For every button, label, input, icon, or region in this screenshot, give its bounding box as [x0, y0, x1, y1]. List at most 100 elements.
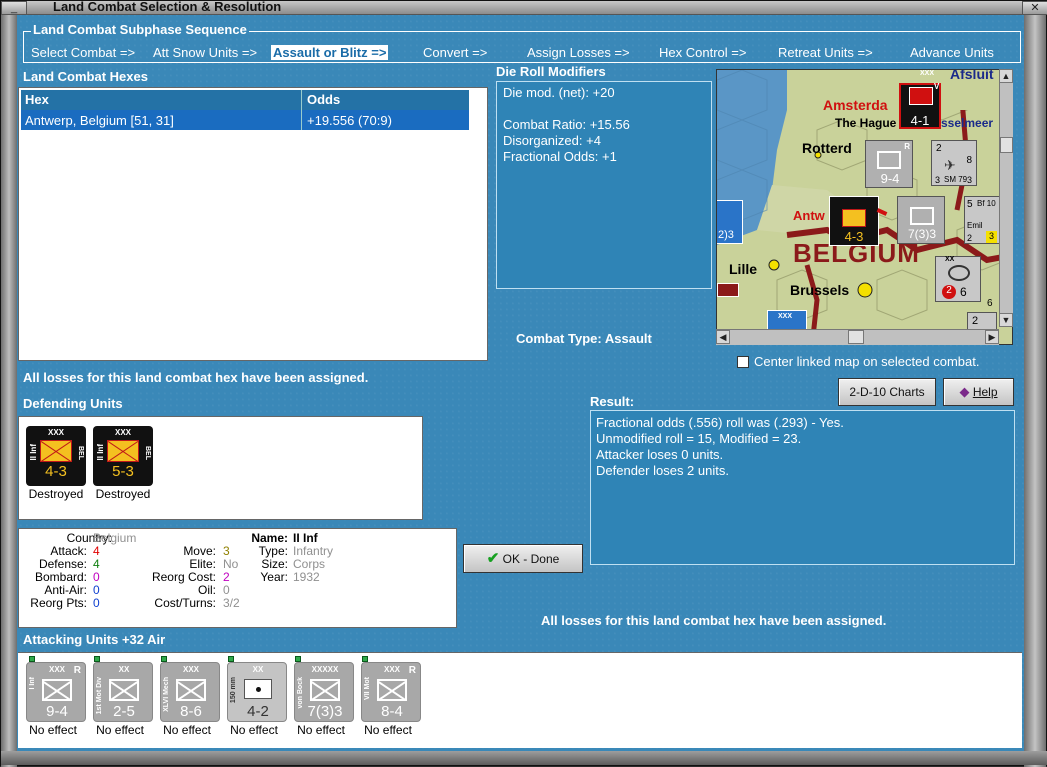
map-aa-value: 6: [960, 285, 967, 299]
infantry-symbol-icon: [40, 440, 72, 462]
column-separator[interactable]: [301, 90, 302, 130]
vertical-scroll-thumb[interactable]: [1000, 137, 1013, 153]
linked-map[interactable]: Afsluit Amsterda The Hague sselmeer Rott…: [716, 69, 1013, 345]
fractional-odds-mod: Fractional Odds: +1: [503, 149, 617, 164]
unit-strength: 4-2: [247, 703, 269, 720]
reorgcost-label: Reorg Cost:: [151, 570, 216, 584]
map-aircraft-value-3a: 3: [935, 175, 941, 185]
result-line: Fractional odds (.556) roll was (.293) -…: [596, 415, 844, 430]
map-vertical-scrollbar[interactable]: ▲ ▼: [999, 69, 1013, 327]
map-aircraft-value-8: 8: [966, 155, 972, 166]
unit-strength: 9-4: [46, 703, 68, 720]
attack-value: 4: [93, 544, 100, 558]
disorganized-mod: Disorganized: +4: [503, 133, 601, 148]
close-button[interactable]: ✕: [1022, 1, 1047, 15]
unit-size: XXX: [182, 665, 199, 674]
map-bottom-blue-size: XXX: [778, 313, 793, 320]
name-label: Name:: [251, 531, 288, 545]
map-counter-belgian-aa[interactable]: 2 6: [935, 256, 981, 302]
army-group-symbol-icon: [310, 679, 340, 701]
attacking-unit-counter[interactable]: XXXXX von Bock 7(3)3: [294, 662, 354, 722]
result-title: Result:: [590, 394, 635, 409]
map-counter-infantry[interactable]: 9-4 R: [865, 140, 913, 188]
attacking-unit-status: No effect: [297, 723, 345, 737]
charts-button[interactable]: 2-D-10 Charts: [838, 378, 936, 406]
unit-size: XXX: [114, 428, 131, 437]
die-roll-modifiers-panel: Die mod. (net): +20 Combat Ratio: +15.56…: [496, 81, 712, 289]
phase-assault-or-blitz[interactable]: Assault or Blitz =>: [271, 45, 389, 60]
die-roll-modifiers-title: Die Roll Modifiers: [496, 64, 606, 79]
ok-done-button[interactable]: ✔ OK - Done: [463, 544, 583, 573]
subphase-sequence-title: Land Combat Subphase Sequence: [31, 22, 249, 37]
combat-type-label: Combat Type:: [516, 331, 602, 346]
die-mod-net: Die mod. (net): +20: [503, 85, 615, 100]
unit-reserve: R: [408, 665, 416, 676]
hex-table-header: Hex Odds: [21, 90, 469, 110]
attacking-unit-counter[interactable]: XXX R I Inf 9-4: [26, 662, 86, 722]
reorgpts-label: Reorg Pts:: [30, 596, 87, 610]
map-counter-infantry-strength: 9-4: [880, 171, 900, 186]
map-label-ijsselmeer: sselmeer: [941, 116, 994, 130]
plane-icon: ✈: [944, 157, 956, 173]
attacking-unit-counter[interactable]: XXX XLVI Mech 8-6: [160, 662, 220, 722]
map-bf-value-5: 5: [967, 199, 973, 210]
result-line: Defender loses 2 units.: [596, 463, 729, 478]
attacking-unit-status: No effect: [230, 723, 278, 737]
map-counter-bf109[interactable]: 5 Bf 10 Emil 2 3: [964, 196, 1000, 244]
attacking-unit-status: No effect: [163, 723, 211, 737]
unit-strength: 2-5: [113, 703, 135, 720]
scroll-down-icon[interactable]: ▼: [999, 313, 1013, 327]
column-odds[interactable]: Odds: [307, 92, 340, 107]
phase-assign-losses[interactable]: Assign Losses =>: [527, 45, 630, 60]
bombard-value: 0: [93, 570, 100, 584]
reorgpts-value: 0: [93, 596, 100, 610]
help-button[interactable]: ◆ Help: [943, 378, 1014, 406]
map-label-brussels: Brussels: [790, 282, 850, 298]
map-counter-antwerp-defender[interactable]: 4-3: [829, 196, 879, 246]
phase-hex-control[interactable]: Hex Control =>: [659, 45, 746, 60]
unit-nation: BEL: [144, 446, 151, 460]
map-edge-left-value: 2)3: [718, 229, 734, 241]
scroll-right-icon[interactable]: ▶: [985, 330, 999, 344]
attacking-unit-counter[interactable]: XX 1st Mot Div 2-5: [93, 662, 153, 722]
attacking-unit-counter[interactable]: XXX R VII Mot 8-4: [361, 662, 421, 722]
artillery-dot: [256, 687, 261, 692]
year-label: Year:: [260, 570, 288, 584]
attacking-unit-counter[interactable]: XX 150 mm 4-2: [227, 662, 287, 722]
map-counter-aircraft[interactable]: 2 8 ✈ 3 SM 79 3: [931, 140, 977, 186]
map-counter-infantry-symbol: [877, 151, 901, 169]
map-horizontal-scrollbar[interactable]: ◀ ▶: [716, 329, 999, 345]
phase-att-snow-units[interactable]: Att Snow Units =>: [153, 45, 257, 60]
map-counter-antwerp-strength: 4-3: [844, 229, 864, 244]
defending-unit-status: Destroyed: [28, 487, 84, 501]
map-counter-edge-left[interactable]: 2)3: [717, 200, 743, 244]
center-map-label: Center linked map on selected combat.: [754, 354, 980, 369]
map-label-afsluit: Afsluit: [950, 69, 994, 82]
defending-unit-counter[interactable]: XXX II Inf BEL 4-3: [26, 426, 86, 486]
unit-strength: 8-4: [381, 703, 403, 720]
phase-select-combat[interactable]: Select Combat =>: [31, 45, 135, 60]
phase-advance-units[interactable]: Advance Units: [910, 45, 994, 60]
map-label-amsterdam: Amsterda: [823, 97, 888, 113]
phase-retreat-units[interactable]: Retreat Units =>: [778, 45, 873, 60]
defending-unit-counter[interactable]: XXX II Inf BEL 5-3: [93, 426, 153, 486]
book-icon: ◆: [959, 384, 970, 399]
map-counter-vonbock[interactable]: 7(3)3: [897, 196, 945, 244]
map-bf-value-3: 3: [986, 231, 997, 243]
horizontal-scroll-thumb[interactable]: [848, 330, 864, 344]
minimize-button[interactable]: _: [1, 1, 27, 15]
scroll-left-icon[interactable]: ◀: [716, 330, 730, 344]
center-map-checkbox[interactable]: [737, 356, 749, 368]
elite-value: No: [223, 557, 239, 571]
map-bf-value-2: 2: [967, 233, 973, 243]
bombard-label: Bombard:: [34, 570, 87, 584]
oil-value: 0: [223, 583, 230, 597]
unit-reserve: R: [73, 665, 81, 676]
map-label-antwerp: Antw: [793, 208, 825, 223]
phase-convert[interactable]: Convert =>: [423, 45, 487, 60]
column-hex[interactable]: Hex: [25, 92, 49, 107]
scroll-up-icon[interactable]: ▲: [999, 69, 1013, 83]
map-counter-vonbock-strength: 7(3)3: [907, 227, 936, 241]
oil-label: Oil:: [198, 583, 216, 597]
table-row[interactable]: Antwerp, Belgium [51, 31] +19.556 (70:9): [21, 110, 469, 130]
